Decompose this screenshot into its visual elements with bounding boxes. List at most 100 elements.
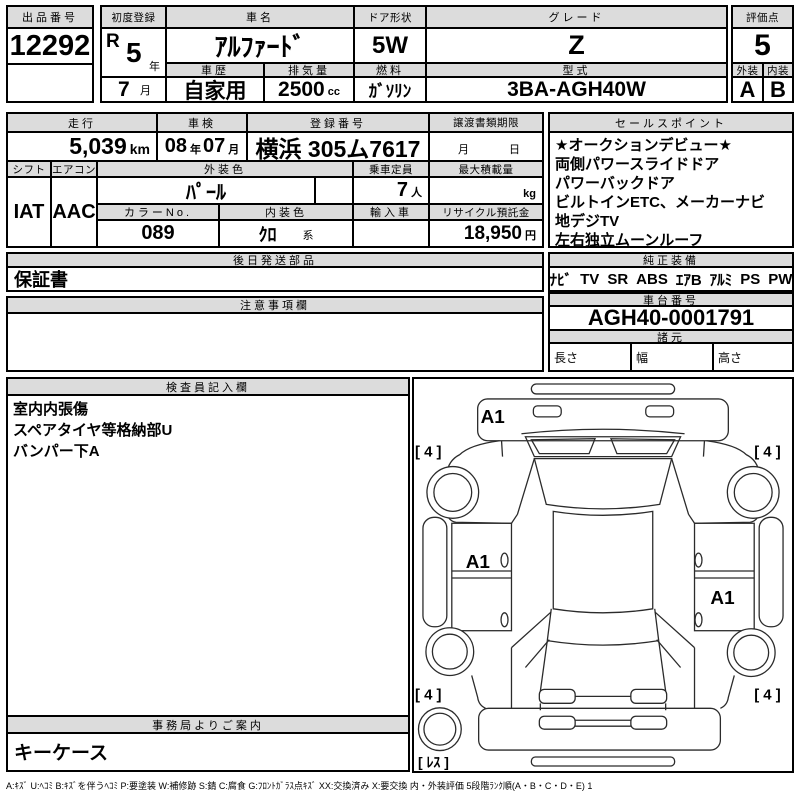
door-shape-value: 5W [353, 27, 427, 64]
inspection-year-unit: 年 [190, 144, 201, 156]
tire-tread-rear-left: [ 4 ] [415, 686, 442, 703]
auction-sheet: 出品番号 12292 初度登録 R 5 年 7 月 車名 ｱﾙﾌｧｰﾄﾞ 車歴 … [0, 0, 800, 800]
first-registration-month: 7 月 [100, 76, 167, 103]
max-load-value: kg [428, 176, 544, 205]
mileage-number: 5,039 [69, 133, 127, 159]
left-side-sill [422, 516, 448, 628]
equipment-item: ｴｱB [675, 271, 702, 289]
lot-number-header: 出品番号 [6, 5, 94, 29]
spec-height-label: 高さ [718, 351, 743, 365]
damage-mark-front: A1 [481, 407, 505, 428]
right-side-sill [758, 516, 784, 628]
tire-tread-front-left: [ 4 ] [415, 444, 442, 461]
inspection-header: 車検 [156, 112, 248, 133]
spec-length-label: 長さ [554, 351, 579, 365]
capacity-value: 7 人 [352, 176, 430, 205]
reg-month: 7 [118, 78, 130, 101]
damage-mark-left-door: A1 [466, 552, 490, 573]
displacement-number: 2500 [278, 77, 325, 101]
inspector-note-line: 室内内張傷 [13, 401, 89, 418]
sales-point-line: ★オークションデビュー★ [555, 137, 732, 154]
inspection-year: 08 [164, 135, 187, 157]
model-code-value: 3BA-AGH40W [425, 76, 728, 103]
front-bumper [477, 398, 729, 442]
caution-body [6, 312, 544, 372]
grade-header: グレード [425, 5, 728, 29]
interior-color-suffix: 系 [302, 230, 314, 242]
transfer-deadline-header: 譲渡書類期限 [428, 112, 544, 133]
era-letter: R [106, 31, 120, 52]
displacement-value: 2500 cc [263, 76, 355, 103]
right-doors [693, 522, 755, 632]
inspection-month: 07 [203, 135, 226, 157]
tire-tread-rear-right: [ 4 ] [754, 686, 781, 703]
equipment-item: ﾅﾋﾞ [549, 271, 573, 289]
capacity-number: 7 [396, 179, 408, 201]
sales-point-line: 左右独立ムーンルーフ [555, 232, 704, 249]
mileage-header: 走行 [6, 112, 158, 133]
registration-number-header: 登録番号 [246, 112, 430, 133]
recycle-deposit-value: 18,950 円 [428, 219, 544, 248]
spec-width-cell: 幅 [630, 342, 714, 372]
capacity-unit: 人 [411, 187, 422, 199]
equipment-item: TV [580, 270, 600, 288]
color-no-value: 089 [96, 219, 220, 248]
exterior-color-value: ﾊﾟｰﾙ [96, 176, 316, 205]
reg-year-unit: 年 [149, 61, 160, 73]
equipment-item: ｱﾙﾐ [709, 271, 733, 289]
score-value: 5 [731, 27, 794, 64]
sales-points-header: セールスポイント [548, 112, 794, 133]
tire-tread-front-right: [ 4 ] [754, 444, 781, 461]
aircon-value: AAC [50, 176, 98, 248]
interior-color-value: ｸﾛ 系 [218, 219, 354, 248]
recycle-deposit-number: 18,950 [463, 222, 522, 244]
exterior-grade-value: A [731, 76, 764, 103]
car-history-value: 自家用 [165, 76, 265, 103]
rear-bumper [478, 707, 722, 751]
door-handle [694, 612, 703, 628]
sales-point-line: ビルトインETC、メーカーナビ [555, 194, 766, 211]
max-load-unit: kg [523, 188, 536, 200]
oem-equipment-value: ﾅﾋﾞ TV SR ABS ｴｱB ｱﾙﾐ PS PW [548, 266, 794, 292]
exterior-color-extra-box [314, 176, 354, 205]
chassis-number-value: AGH40-0001791 [548, 305, 794, 331]
inspector-note-line: スペアタイヤ等格納部U [13, 422, 173, 439]
mileage-value: 5,039 km [6, 131, 158, 162]
door-handle [694, 552, 703, 568]
door-handle [500, 552, 509, 568]
import-car-value [352, 219, 430, 248]
inspection-month-unit: 月 [228, 144, 240, 156]
front-lip [530, 383, 676, 395]
spec-width-label: 幅 [636, 351, 649, 365]
transfer-deadline-value: 月 日 [428, 131, 544, 162]
shift-value: IAT [6, 176, 52, 248]
equipment-item: PS [740, 270, 761, 288]
registration-number-value: 横浜 305ム7617 [246, 131, 430, 162]
office-notice-value: キーケース [6, 732, 410, 772]
interior-color-name: ｸﾛ [258, 224, 277, 245]
equipment-item: SR [607, 270, 629, 288]
legend-text: A:ｷｽﾞ U:ﾍｺﾐ B:ｷｽﾞを伴うﾍｺﾐ P:要塗装 W:補修跡 S:錆 … [6, 781, 593, 791]
spec-height-cell: 高さ [712, 342, 794, 372]
mileage-unit: km [129, 141, 150, 157]
transfer-day-unit: 日 [509, 144, 520, 156]
transfer-month-unit: 月 [458, 144, 469, 156]
lot-empty-box [6, 63, 94, 103]
sales-point-line: パワーバックドア [555, 175, 675, 192]
equipment-item: PW [768, 270, 793, 288]
damage-diagram: A1 A1 A1 [ 4 ] [ 4 ] [ 4 ] [ 4 ] [ ﾚｽ ] [412, 377, 794, 773]
reg-year: 5 [126, 37, 142, 68]
car-name-header: 車名 [165, 5, 355, 29]
car-name-value: ｱﾙﾌｧｰﾄﾞ [165, 27, 355, 64]
grade-value: Z [425, 27, 728, 64]
score-header: 評価点 [731, 5, 794, 29]
sales-point-line: 地デジTV [555, 213, 620, 230]
door-handle [500, 612, 509, 628]
first-registration-year: R 5 年 [100, 27, 167, 78]
fuel-value: ｶﾞｿﾘﾝ [353, 76, 427, 103]
inspector-note-line: バンパー下A [13, 443, 100, 460]
spare-tire-mark: [ ﾚｽ ] [418, 754, 449, 770]
rear-lip [530, 756, 676, 767]
car-top-view-diagram: A1 A1 A1 [ 4 ] [ 4 ] [ 4 ] [ 4 ] [ ﾚｽ ] [415, 383, 784, 770]
equipment-item: ABS [636, 270, 668, 288]
